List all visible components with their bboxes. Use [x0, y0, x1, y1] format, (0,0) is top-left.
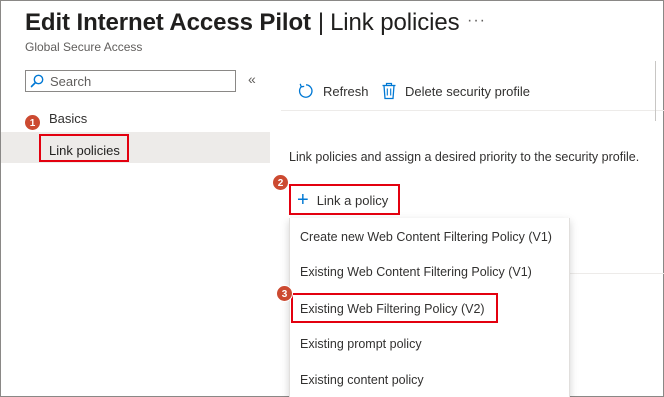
- menu-item-existing-web-content-filtering-v1[interactable]: Existing Web Content Filtering Policy (V…: [300, 265, 532, 279]
- delete-security-profile-label: Delete security profile: [405, 83, 530, 99]
- step-badge-2: 2: [272, 174, 289, 191]
- page-title: Edit Internet Access Pilot | Link policies: [25, 9, 460, 37]
- trash-icon: [382, 82, 396, 100]
- content-edge-divider: [655, 61, 656, 121]
- refresh-button[interactable]: Refresh: [297, 81, 369, 101]
- page-title-separator: |: [317, 9, 325, 36]
- menu-item-existing-content-policy[interactable]: Existing content policy: [300, 373, 424, 387]
- refresh-label: Refresh: [323, 83, 369, 99]
- search-icon: [30, 74, 44, 88]
- search-placeholder: Search: [50, 74, 92, 89]
- menu-item-create-web-content-filtering-v1[interactable]: Create new Web Content Filtering Policy …: [300, 230, 552, 244]
- page-subtitle: Global Secure Access: [25, 40, 143, 54]
- app-window: Edit Internet Access Pilot | Link policies…: [0, 0, 664, 397]
- toolbar-divider: [281, 110, 664, 111]
- more-options-button[interactable]: ···: [467, 12, 486, 30]
- page-title-main: Edit Internet Access Pilot: [25, 9, 311, 36]
- refresh-icon: [298, 83, 313, 98]
- highlight-box-web-filtering-v2: [291, 293, 498, 323]
- description-text: Link policies and assign a desired prior…: [289, 150, 640, 164]
- step-badge-3: 3: [276, 285, 293, 302]
- highlight-box-link-a-policy: [289, 184, 400, 215]
- highlight-box-link-policies: [39, 134, 129, 162]
- delete-security-profile-button[interactable]: Delete security profile: [381, 81, 530, 101]
- list-divider: [570, 273, 664, 274]
- sidebar-item-basics[interactable]: Basics: [49, 111, 87, 126]
- page-title-section: Link policies: [330, 9, 460, 36]
- search-input[interactable]: Search: [25, 70, 236, 92]
- collapse-sidebar-button[interactable]: «: [248, 71, 256, 87]
- step-badge-1: 1: [24, 114, 41, 131]
- menu-item-existing-prompt-policy[interactable]: Existing prompt policy: [300, 337, 422, 351]
